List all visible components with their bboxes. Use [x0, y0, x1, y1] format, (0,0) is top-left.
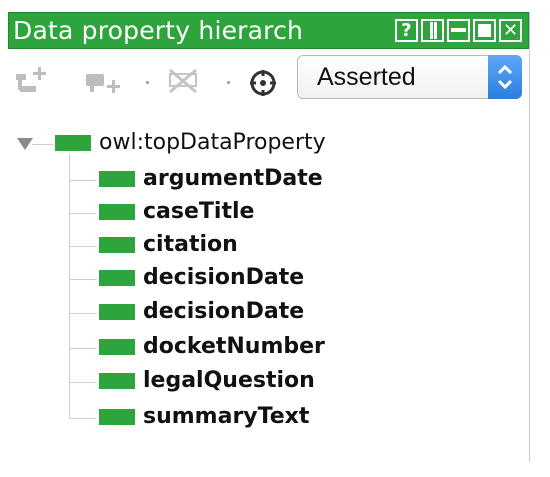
tree-node-label: owl:topDataProperty — [99, 130, 326, 155]
target-icon[interactable] — [248, 68, 278, 102]
data-property-icon — [99, 236, 135, 253]
tree-node[interactable]: argumentDate — [99, 166, 323, 191]
maximize-icon — [478, 24, 491, 37]
tree-connector — [69, 348, 97, 349]
split-button[interactable] — [421, 19, 444, 42]
title-bar[interactable]: Data property hierarch ? ✕ — [8, 12, 529, 49]
close-button[interactable]: ✕ — [499, 19, 522, 42]
property-tree: owl:topDataProperty argumentDate caseTit… — [8, 122, 529, 452]
data-property-icon — [99, 372, 135, 389]
window-controls: ? ✕ — [395, 19, 522, 42]
tree-node[interactable]: summaryText — [99, 404, 309, 429]
panel-title: Data property hierarch — [13, 16, 304, 45]
tree-connector — [69, 382, 97, 383]
data-property-icon — [99, 338, 135, 355]
maximize-button[interactable] — [473, 19, 496, 42]
tree-node-label: argumentDate — [143, 166, 323, 191]
tree-node-label: legalQuestion — [143, 368, 315, 393]
data-property-icon — [99, 303, 135, 320]
add-sibling-property-icon[interactable] — [84, 66, 124, 100]
tree-node-label: docketNumber — [143, 334, 325, 359]
tree-connector — [69, 279, 97, 280]
tree-node[interactable]: citation — [99, 232, 238, 257]
data-property-hierarchy-panel: Data property hierarch ? ✕ Asserted owl:… — [8, 12, 530, 462]
tree-node[interactable]: docketNumber — [99, 334, 325, 359]
delete-property-icon[interactable] — [166, 66, 202, 100]
tree-node[interactable]: caseTitle — [99, 199, 254, 224]
chevron-up-down-icon[interactable] — [488, 55, 522, 99]
minimize-button[interactable] — [447, 19, 470, 42]
minimize-icon — [451, 28, 466, 32]
tree-node[interactable]: decisionDate — [99, 265, 304, 290]
tree-connector — [69, 246, 97, 247]
data-property-icon — [55, 134, 91, 151]
view-select[interactable]: Asserted — [297, 55, 522, 99]
help-icon: ? — [401, 20, 412, 41]
tree-node-label: summaryText — [143, 404, 310, 429]
tree-node-label: decisionDate — [143, 265, 305, 290]
tree-node-label: decisionDate — [143, 299, 305, 324]
toolbar-separator — [146, 81, 149, 84]
close-icon: ✕ — [502, 20, 519, 41]
tree-connector — [69, 180, 97, 181]
expand-toggle-icon[interactable] — [16, 136, 34, 155]
add-subproperty-icon[interactable] — [14, 66, 50, 100]
tree-node-label: citation — [143, 232, 238, 257]
tree-node[interactable]: legalQuestion — [99, 368, 315, 393]
help-button[interactable]: ? — [395, 19, 418, 42]
data-property-icon — [99, 203, 135, 220]
tree-connector — [69, 213, 97, 214]
toolbar-separator — [227, 81, 230, 84]
tree-node-root[interactable]: owl:topDataProperty — [55, 130, 326, 155]
data-property-icon — [99, 269, 135, 286]
tree-connector — [32, 144, 54, 145]
view-select-value: Asserted — [317, 63, 416, 91]
tree-connector — [69, 154, 70, 418]
tree-connector — [69, 418, 97, 419]
tree-connector — [69, 313, 97, 314]
data-property-icon — [99, 170, 135, 187]
toolbar: Asserted — [8, 52, 529, 108]
tree-node-label: caseTitle — [143, 199, 255, 224]
data-property-icon — [99, 408, 135, 425]
tree-node[interactable]: decisionDate — [99, 299, 304, 324]
